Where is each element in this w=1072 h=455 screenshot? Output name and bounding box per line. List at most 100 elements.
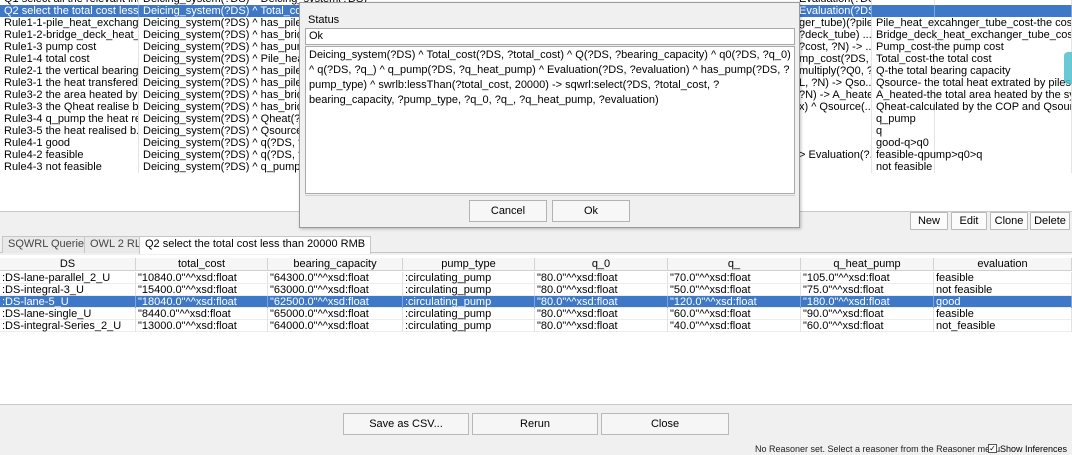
pump-type-cell: :circulating_pump bbox=[403, 320, 535, 332]
rule-name-cell: Rule4-1 good bbox=[0, 137, 139, 149]
q-cell: "70.0"^^xsd:float bbox=[668, 272, 801, 284]
total-cost-cell: "8440.0"^^xsd:float bbox=[136, 308, 268, 320]
result-row[interactable]: :DS-integral-3_U "15400.0"^^xsd:float "630… bbox=[0, 284, 1072, 296]
rule-comment-cell: Pump_cost-the pump cost bbox=[872, 41, 1072, 53]
q-cell: "60.0"^^xsd:float bbox=[668, 308, 801, 320]
evaluation-cell: not feasible bbox=[934, 284, 1072, 296]
result-row[interactable]: :DS-lane-single_U "8440.0"^^xsd:float "650… bbox=[0, 308, 1072, 320]
result-row[interactable]: :DS-lane-parallel_2_U "10840.0"^^xsd:floa… bbox=[0, 272, 1072, 284]
rule-body-tail-cell: ?N) -> A_heate... bbox=[795, 89, 872, 101]
dialog-status-label: Status bbox=[308, 14, 340, 26]
tab-owl2rl[interactable]: OWL 2 RL bbox=[84, 236, 147, 253]
rule-name-cell: Rule1-4 total cost bbox=[0, 53, 139, 65]
rule-comment-cell: Pile_heat_excahnger_tube_cost-the cost .… bbox=[872, 17, 1072, 29]
rule-comment-cell: q_pump bbox=[872, 113, 1072, 125]
result-row[interactable]: :DS-lane-5_U "18040.0"^^xsd:float "62500.0… bbox=[0, 296, 1072, 308]
rule-name-cell: Rule4-2 feasible bbox=[0, 149, 139, 161]
rule-body-tail-cell: > Evaluation(?... bbox=[795, 149, 872, 161]
query-tabbar: SQWRL Queries OWL 2 RL Q2 select the tot… bbox=[0, 236, 1072, 254]
results-table[interactable]: DS total_cost bearing_capacity pump_type… bbox=[0, 255, 1072, 405]
rule-name-cell: Rule3-4 q_pump the heat re... bbox=[0, 113, 139, 125]
tab-sqwrl-queries[interactable]: SQWRL Queries bbox=[2, 236, 96, 253]
column-header-q-heat-pump[interactable]: q_heat_pump bbox=[801, 258, 934, 271]
q-heat-pump-cell: "180.0"^^xsd:float bbox=[801, 296, 934, 308]
column-header-ds[interactable]: DS bbox=[0, 258, 136, 271]
rule-comment-cell: Qheat-calculated by the COP and Qsour... bbox=[872, 101, 1072, 113]
rule-comment-cell: Bridge_deck_heat_exchanger_tube_cost-t..… bbox=[872, 29, 1072, 41]
show-inferences-checkbox[interactable]: ✓ bbox=[988, 444, 997, 453]
ds-cell: :DS-lane-single_U bbox=[0, 308, 136, 320]
rule-body-tail-cell: ?deck_tube) ... bbox=[795, 29, 872, 41]
bearing-capacity-cell: "62500.0"^^xsd:float bbox=[268, 296, 403, 308]
dialog-cancel-button[interactable]: Cancel bbox=[469, 200, 547, 222]
rule-comment-cell bbox=[872, 5, 1072, 17]
bearing-capacity-cell: "65000.0"^^xsd:float bbox=[268, 308, 403, 320]
rule-name-cell: Rule1-2-bridge_deck_heat_... bbox=[0, 29, 139, 41]
rule-body-tail-cell: Evaluation(?DS,... bbox=[795, 5, 872, 17]
tab-q2-results[interactable]: Q2 select the total cost less than 20000… bbox=[139, 236, 372, 254]
q-heat-pump-cell: "105.0"^^xsd:float bbox=[801, 272, 934, 284]
rule-comment-cell: A_heated-the total area heated by the sy… bbox=[872, 89, 1072, 101]
result-row[interactable]: :DS-integral-Series_2_U "13000.0"^^xsd:fl… bbox=[0, 320, 1072, 332]
rule-name-cell: Rule3-1 the heat transfered... bbox=[0, 77, 139, 89]
pump-type-cell: :circulating_pump bbox=[403, 308, 535, 320]
rule-comment-cell: feasible-qpump>q0>q bbox=[872, 149, 1072, 161]
pump-type-cell: :circulating_pump bbox=[403, 272, 535, 284]
rule-comment-cell: Qsource- the total heat extrated by pile… bbox=[872, 77, 1072, 89]
bearing-capacity-cell: "64000.0"^^xsd:float bbox=[268, 320, 403, 332]
evaluation-cell: good bbox=[934, 296, 1072, 308]
q-heat-pump-cell: "60.0"^^xsd:float bbox=[801, 320, 934, 332]
dialog-ok-button[interactable]: Ok bbox=[552, 200, 630, 222]
pump-type-cell: :circulating_pump bbox=[403, 284, 535, 296]
clone-rule-button[interactable]: Clone bbox=[990, 212, 1028, 230]
evaluation-cell: feasible bbox=[934, 272, 1072, 284]
column-header-q0[interactable]: q_0 bbox=[535, 258, 668, 271]
column-header-total-cost[interactable]: total_cost bbox=[136, 258, 268, 271]
results-header: DS total_cost bearing_capacity pump_type… bbox=[0, 258, 1072, 271]
rule-body-tail-cell bbox=[795, 113, 872, 125]
rule-name-cell: Rule3-2 the area heated by ... bbox=[0, 89, 139, 101]
q0-cell: "80.0"^^xsd:float bbox=[535, 320, 668, 332]
bearing-capacity-cell: "63000.0"^^xsd:float bbox=[268, 284, 403, 296]
column-header-pump-type[interactable]: pump_type bbox=[403, 258, 535, 271]
rule-name-cell: Rule3-3 the Qheat realise b... bbox=[0, 101, 139, 113]
new-rule-button[interactable]: New bbox=[910, 212, 948, 230]
total-cost-cell: "13000.0"^^xsd:float bbox=[136, 320, 268, 332]
q-cell: "40.0"^^xsd:float bbox=[668, 320, 801, 332]
q0-cell: "80.0"^^xsd:float bbox=[535, 272, 668, 284]
rule-comment-cell: q bbox=[872, 125, 1072, 137]
rule-body-tail-cell bbox=[795, 161, 872, 173]
reasoner-status-message: No Reasoner set. Select a reasoner from … bbox=[755, 444, 1001, 454]
edit-rule-button[interactable]: Edit bbox=[951, 212, 987, 230]
column-header-q[interactable]: q_ bbox=[668, 258, 801, 271]
ds-cell: :DS-integral-3_U bbox=[0, 284, 136, 296]
rule-body-tail-cell: multiply(?Q0, ?... bbox=[795, 65, 872, 77]
q0-cell: "80.0"^^xsd:float bbox=[535, 308, 668, 320]
ds-cell: :DS-integral-Series_2_U bbox=[0, 320, 136, 332]
rule-name-cell: Rule4-3 not feasible bbox=[0, 161, 139, 173]
rerun-button[interactable]: Rerun bbox=[472, 413, 598, 435]
close-button[interactable]: Close bbox=[601, 413, 729, 435]
rule-body-tail-cell bbox=[795, 137, 872, 149]
save-as-csv-button[interactable]: Save as CSV... bbox=[343, 413, 469, 435]
dialog-query-text[interactable]: Deicing_system(?DS) ^ Total_cost(?DS, ?t… bbox=[305, 46, 795, 194]
rule-name-cell: Rule3-5 the heat realised b... bbox=[0, 125, 139, 137]
q-cell: "50.0"^^xsd:float bbox=[668, 284, 801, 296]
rule-name-cell: Q2 select the total cost less... bbox=[0, 5, 139, 17]
rule-body-tail-cell: mp_cost(?DS, ... bbox=[795, 53, 872, 65]
total-cost-cell: "18040.0"^^xsd:float bbox=[136, 296, 268, 308]
rule-body-tail-cell: x) ^ Qsource(... bbox=[795, 101, 872, 113]
dialog-status-field: Ok bbox=[305, 28, 795, 45]
evaluation-cell: not_feasible bbox=[934, 320, 1072, 332]
rule-name-cell: Rule2-1 the vertical bearing... bbox=[0, 65, 139, 77]
ds-cell: :DS-lane-parallel_2_U bbox=[0, 272, 136, 284]
dialog-title-bar[interactable] bbox=[300, 3, 799, 11]
dialog-separator bbox=[305, 195, 795, 196]
column-header-evaluation[interactable]: evaluation bbox=[934, 258, 1072, 271]
status-dialog: Status Ok Deicing_system(?DS) ^ Total_co… bbox=[299, 2, 800, 228]
q0-cell: "80.0"^^xsd:float bbox=[535, 284, 668, 296]
delete-rule-button[interactable]: Delete bbox=[1030, 212, 1070, 230]
ds-cell: :DS-lane-5_U bbox=[0, 296, 136, 308]
show-inferences-label: Show Inferences bbox=[1000, 444, 1068, 454]
column-header-bearing-capacity[interactable]: bearing_capacity bbox=[268, 258, 403, 271]
